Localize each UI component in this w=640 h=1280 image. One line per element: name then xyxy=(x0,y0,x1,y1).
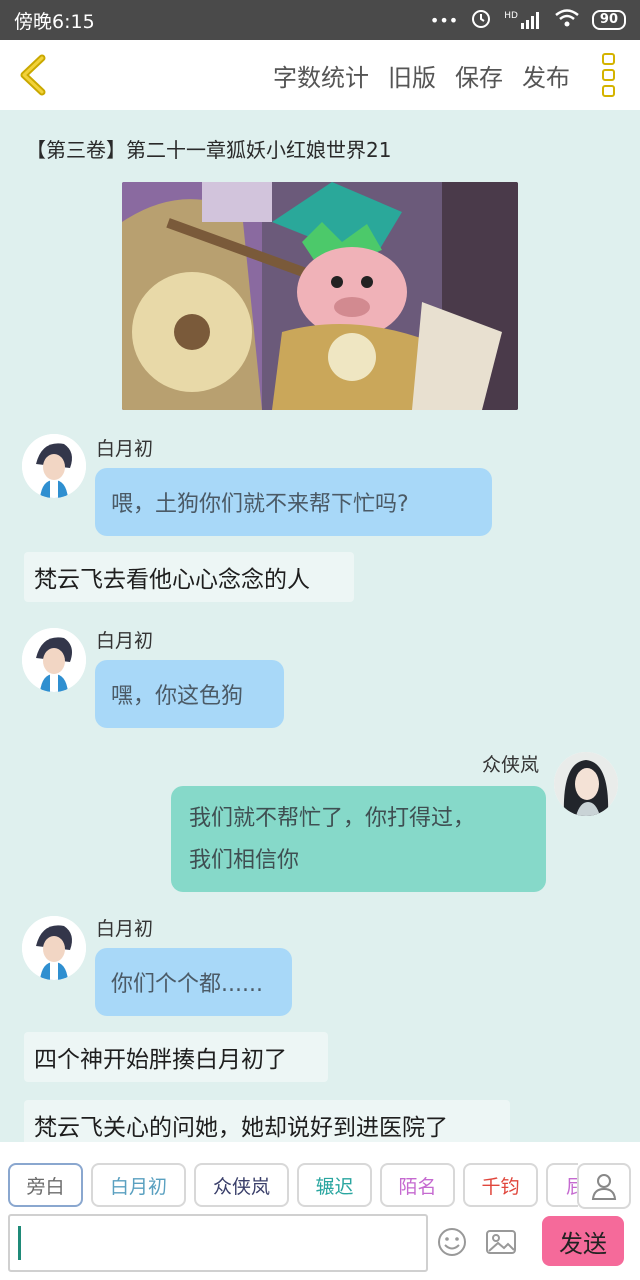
chat-bubble-self[interactable]: 我们就不帮忙了，你打得过， 我们相信你 xyxy=(171,786,546,892)
avatar-bai-yue-chu[interactable] xyxy=(22,628,86,692)
status-bar: 傍晚6:15 ••• HD 90 xyxy=(0,0,640,40)
wifi-icon xyxy=(554,8,580,32)
narration-line[interactable]: 梵云飞去看他心心念念的人 xyxy=(24,552,354,602)
compose-area: 旁白 白月初 众侠岚 辗迟 陌名 千钧 屁 发送 xyxy=(0,1142,640,1280)
more-menu-icon[interactable] xyxy=(602,53,618,97)
avatar-bai-yue-chu[interactable] xyxy=(22,434,86,498)
battery-icon: 90 xyxy=(591,10,626,30)
emoji-icon[interactable] xyxy=(436,1226,468,1258)
hd-signal-icon: HD xyxy=(504,11,542,29)
chat-bubble[interactable]: 你们个个都...... xyxy=(95,948,292,1016)
narration-line[interactable]: 四个神开始胖揍白月初了 xyxy=(24,1032,328,1082)
hd-label: HD xyxy=(504,11,518,21)
person-icon xyxy=(591,1174,617,1200)
word-count-button[interactable]: 字数统计 xyxy=(273,58,369,93)
character-selector: 旁白 白月初 众侠岚 辗迟 陌名 千钧 屁 xyxy=(8,1163,578,1209)
character-chip[interactable]: 屁 xyxy=(546,1163,578,1207)
avatar-zhong-xia-lan[interactable] xyxy=(554,752,618,816)
character-manage-button[interactable] xyxy=(577,1163,631,1209)
character-chip[interactable]: 陌名 xyxy=(380,1163,455,1207)
top-toolbar: 字数统计 旧版 保存 发布 xyxy=(0,40,640,110)
character-chip[interactable]: 众侠岚 xyxy=(194,1163,289,1207)
bubble-line: 我们就不帮忙了，你打得过， xyxy=(189,806,476,831)
chat-content[interactable]: 【第三卷】第二十一章狐妖小红娘世界21 白月初 喂，土狗你们就不来帮下忙吗? 梵… xyxy=(0,110,640,1142)
character-chip[interactable]: 千钧 xyxy=(463,1163,538,1207)
character-chip-narrator[interactable]: 旁白 xyxy=(8,1163,83,1207)
character-chip[interactable]: 辗迟 xyxy=(297,1163,372,1207)
image-icon[interactable] xyxy=(485,1226,517,1258)
avatar-bai-yue-chu[interactable] xyxy=(22,916,86,980)
chat-bubble[interactable]: 喂，土狗你们就不来帮下忙吗? xyxy=(95,468,492,536)
speaker-name: 白月初 xyxy=(96,438,154,460)
toolbar-actions: 字数统计 旧版 保存 发布 xyxy=(273,40,570,110)
bubble-line: 我们相信你 xyxy=(189,848,300,873)
text-caret xyxy=(18,1226,21,1260)
speaker-name: 众侠岚 xyxy=(482,754,540,776)
message-input[interactable] xyxy=(8,1214,428,1272)
chapter-title: 【第三卷】第二十一章狐妖小红娘世界21 xyxy=(26,138,392,162)
status-icons: ••• HD 90 xyxy=(430,7,626,33)
speaker-name: 白月初 xyxy=(96,630,154,652)
more-dots-icon: ••• xyxy=(429,10,459,30)
chat-bubble[interactable]: 嘿，你这色狗 xyxy=(95,660,284,728)
chapter-illustration[interactable] xyxy=(122,182,518,410)
character-chip[interactable]: 白月初 xyxy=(91,1163,186,1207)
back-button[interactable] xyxy=(14,54,54,96)
narration-line[interactable]: 梵云飞关心的问她，她却说好到进医院了 xyxy=(24,1100,510,1142)
speaker-name: 白月初 xyxy=(96,918,154,940)
send-button[interactable]: 发送 xyxy=(542,1216,624,1266)
publish-button[interactable]: 发布 xyxy=(522,58,570,93)
alarm-icon xyxy=(470,7,492,33)
status-time: 傍晚6:15 xyxy=(14,10,95,33)
save-button[interactable]: 保存 xyxy=(455,58,503,93)
old-version-button[interactable]: 旧版 xyxy=(388,58,436,93)
